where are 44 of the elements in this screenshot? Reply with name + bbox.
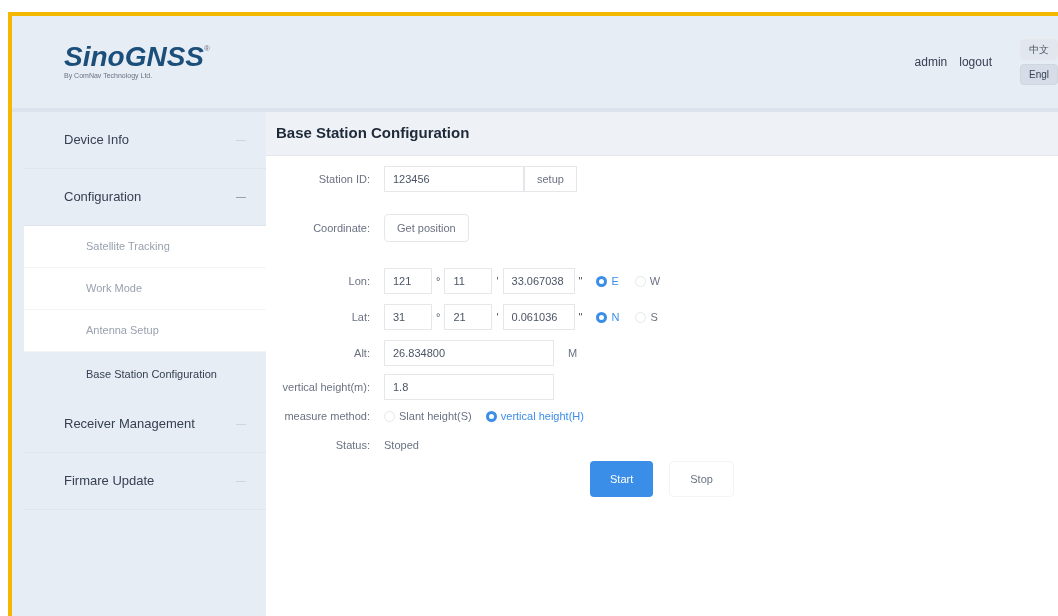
setup-button[interactable]: setup: [524, 166, 577, 192]
input-field[interactable]: 26.834800: [384, 340, 554, 366]
input-field[interactable]: 123456: [384, 166, 524, 192]
field-label: Lat:: [350, 309, 370, 325]
input-field[interactable]: 31: [384, 304, 432, 330]
second-mark: ": [578, 309, 583, 325]
field-label: Station ID:: [317, 171, 370, 187]
input-field[interactable]: 0.061036: [502, 304, 575, 330]
radio-option[interactable]: vertical height(H): [485, 408, 584, 425]
sidebar-item[interactable]: Configuration: [64, 187, 142, 207]
field-label: Alt:: [353, 345, 370, 361]
radio-option[interactable]: Slant height(S): [384, 408, 472, 425]
logo: SinoGNSS: [64, 42, 204, 71]
page-title: Base Station Configuration: [266, 112, 1058, 156]
input-field[interactable]: 1.8: [384, 374, 554, 400]
language-button[interactable]: 中文: [1020, 39, 1058, 60]
radio-option[interactable]: S: [635, 308, 658, 326]
sidebar-item[interactable]: Device Info: [64, 130, 130, 150]
unit-label: M: [568, 345, 578, 361]
second-mark: ": [578, 273, 583, 289]
logout-link[interactable]: logout: [959, 53, 992, 71]
sidebar-item[interactable]: Receiver Management: [64, 414, 195, 434]
degree-mark: °: [436, 309, 441, 325]
registered-mark: ®: [204, 42, 210, 53]
status-value: Stoped: [384, 437, 419, 453]
field-label: Lon:: [347, 273, 370, 289]
input-field[interactable]: 33.067038: [502, 268, 575, 294]
field-label: Status:: [334, 437, 370, 453]
sidebar-item[interactable]: Firmare Update: [64, 471, 155, 491]
action-button[interactable]: Stop: [669, 461, 734, 497]
radio-option[interactable]: W: [634, 272, 661, 290]
input-field[interactable]: 11: [444, 268, 493, 294]
radio-option[interactable]: N: [596, 308, 620, 326]
input-field[interactable]: 21: [444, 304, 493, 330]
input-field[interactable]: 121: [384, 268, 432, 294]
minute-mark: ': [496, 309, 499, 325]
field-label: vertical height(m):: [281, 379, 370, 395]
field-label: Coordinate:: [312, 220, 370, 236]
degree-mark: °: [436, 273, 441, 289]
language-button[interactable]: Engl: [1020, 64, 1058, 85]
username: admin: [914, 54, 948, 71]
minute-mark: ': [496, 273, 499, 289]
field-label: measure method:: [283, 409, 370, 424]
get-position-button[interactable]: Get position: [384, 214, 469, 242]
